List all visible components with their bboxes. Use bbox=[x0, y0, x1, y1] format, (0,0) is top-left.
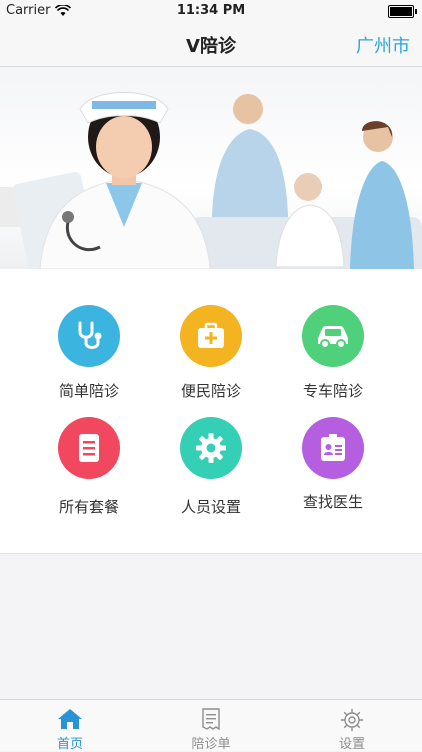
id-card-icon bbox=[321, 434, 345, 461]
service-icon-circle bbox=[58, 417, 120, 479]
service-label: 简单陪诊 bbox=[58, 382, 119, 400]
tab-bar: 首页 陪诊单 设置 bbox=[0, 699, 422, 752]
background-people bbox=[212, 94, 414, 269]
service-label: 便民陪诊 bbox=[180, 382, 241, 400]
service-icon-circle bbox=[180, 417, 242, 479]
medical-kit-icon bbox=[198, 322, 224, 348]
receipt-icon bbox=[202, 708, 220, 730]
tab-label: 设置 bbox=[338, 737, 365, 752]
tab-label: 陪诊单 bbox=[191, 737, 231, 752]
car-icon bbox=[318, 326, 348, 349]
service-label: 查找医生 bbox=[302, 493, 363, 511]
service-icon-circle bbox=[302, 417, 364, 479]
service-grid: 简单陪诊 便民陪诊 专车陪诊 所有套餐 人员设置 查找医生 bbox=[0, 269, 422, 554]
navigation-bar: V陪诊 广州市 bbox=[0, 22, 422, 67]
service-car-escort[interactable]: 专车陪诊 bbox=[272, 305, 394, 401]
tab-escort-orders[interactable]: 陪诊单 bbox=[141, 700, 281, 752]
gear-icon bbox=[341, 709, 363, 731]
document-icon bbox=[79, 434, 99, 462]
service-icon-circle bbox=[180, 305, 242, 367]
service-find-doctor[interactable]: 查找医生 bbox=[272, 417, 394, 512]
clock: 11:34 PM bbox=[176, 3, 246, 18]
tab-home[interactable]: 首页 bbox=[0, 700, 140, 752]
service-staff-settings[interactable]: 人员设置 bbox=[150, 417, 272, 517]
service-icon-circle bbox=[58, 305, 120, 367]
tab-label: 首页 bbox=[56, 737, 83, 752]
stethoscope-icon bbox=[78, 321, 102, 349]
service-label: 专车陪诊 bbox=[302, 382, 363, 400]
service-icon-circle bbox=[302, 305, 364, 367]
service-convenient-escort[interactable]: 便民陪诊 bbox=[150, 305, 272, 401]
gear-icon bbox=[196, 433, 226, 463]
tab-settings[interactable]: 设置 bbox=[282, 700, 422, 752]
service-all-packages[interactable]: 所有套餐 bbox=[28, 417, 150, 517]
banner-image[interactable] bbox=[0, 67, 422, 269]
service-simple-escort[interactable]: 简单陪诊 bbox=[28, 305, 150, 401]
home-icon bbox=[58, 709, 82, 729]
battery-icon bbox=[388, 5, 417, 18]
status-bar: Carrier 11:34 PM bbox=[0, 0, 422, 22]
city-selector[interactable]: 广州市 bbox=[356, 32, 410, 58]
service-label: 所有套餐 bbox=[58, 498, 119, 516]
service-label: 人员设置 bbox=[180, 498, 241, 516]
